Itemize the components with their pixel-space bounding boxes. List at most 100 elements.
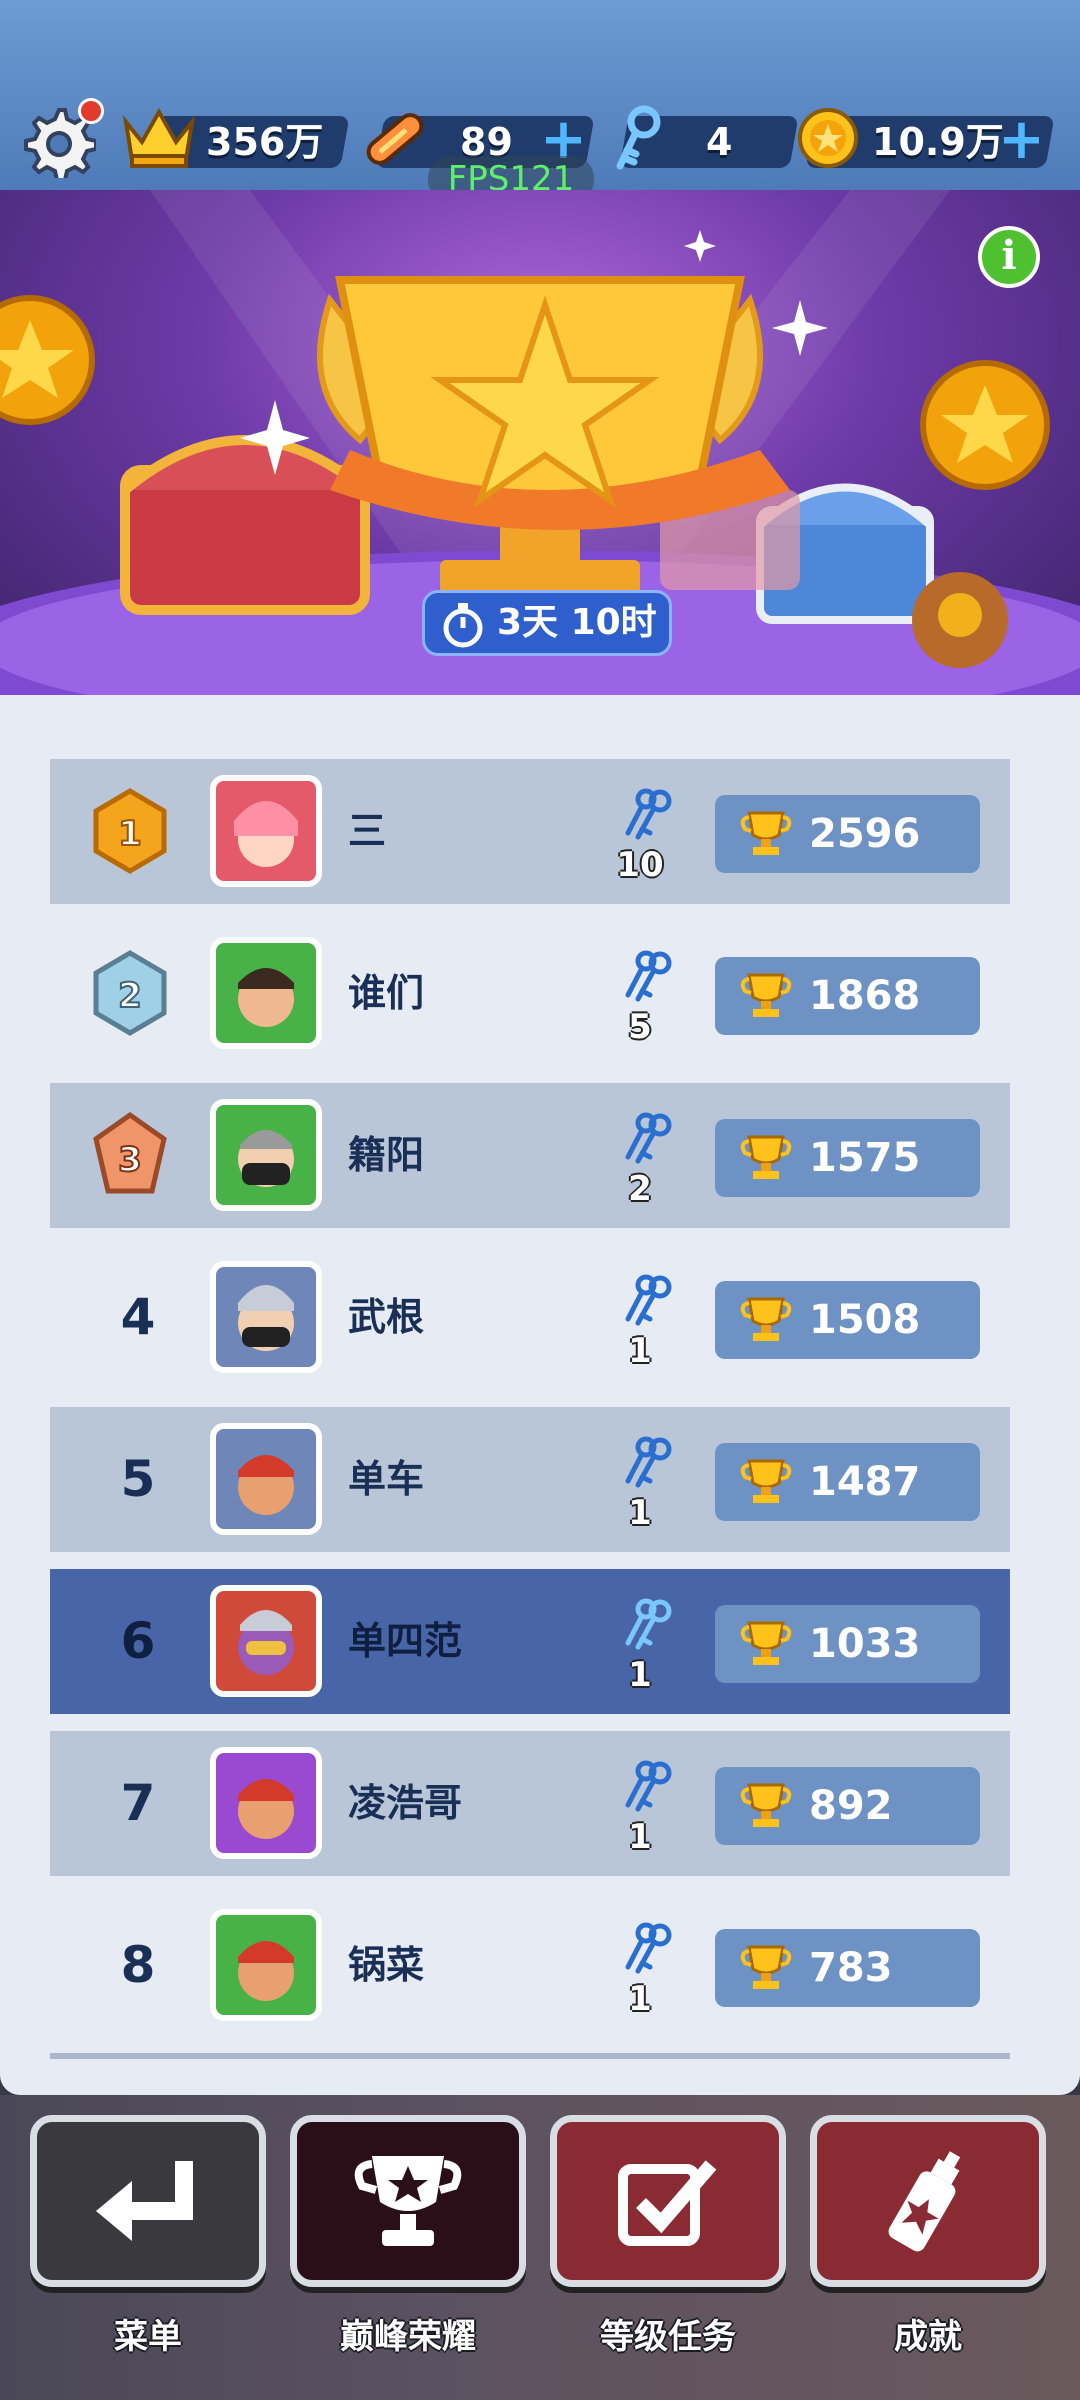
- checkbox-icon: [618, 2160, 717, 2246]
- achievements-button[interactable]: [810, 2115, 1046, 2287]
- crown-value: 356万: [206, 120, 324, 164]
- keys-count: 10: [616, 845, 664, 885]
- svg-text:1: 1: [118, 814, 142, 854]
- rank-number: 4: [120, 1288, 156, 1346]
- score-value: 1868: [809, 973, 921, 1019]
- svg-text:2: 2: [118, 976, 142, 1016]
- score-pill: 892: [715, 1767, 980, 1845]
- keys-icon: [625, 1760, 672, 1812]
- return-arrow-icon: [96, 2161, 193, 2241]
- achievements-label: 成就: [894, 2317, 962, 2357]
- keys-count: 1: [628, 1979, 652, 2019]
- timer-text: 3天 10时: [497, 602, 657, 643]
- player-avatar: [210, 775, 322, 887]
- score-value: 2596: [809, 811, 921, 857]
- player-avatar: [210, 1747, 322, 1859]
- keys-icon: [625, 1112, 672, 1164]
- player-name: 谁们: [348, 971, 425, 1015]
- coin-value: 10.9万: [872, 120, 1004, 164]
- event-timer: 3天 10时: [422, 590, 672, 656]
- player-name: 三: [348, 809, 387, 853]
- score-value: 1033: [809, 1621, 921, 1667]
- event-banner: i 3天 10时: [0, 190, 1080, 695]
- info-button[interactable]: i: [978, 226, 1040, 288]
- svg-text:3: 3: [118, 1140, 142, 1180]
- player-name: 籍阳: [348, 1133, 425, 1177]
- keys-icon: [625, 950, 672, 1002]
- silver-rank-badge-icon: 2: [93, 950, 167, 1036]
- keys-icon: [625, 1274, 672, 1326]
- trophy-star-icon: [354, 2156, 462, 2246]
- score-value: 1575: [809, 1135, 921, 1181]
- menu-label: 菜单: [114, 2317, 182, 2357]
- top-resource-bar: 356万 89 + 4 10.9万 + FPS121: [0, 0, 1080, 202]
- trophy-icon: [740, 1783, 792, 1827]
- notification-dot: [78, 98, 104, 124]
- add-coin-button[interactable]: +: [998, 112, 1045, 168]
- leaderboard[interactable]: 1 三 10 2596 2 谁们 5 1868 3 籍阳 2 1575 4 武根…: [0, 695, 1080, 2095]
- rank-number: 6: [120, 1612, 156, 1670]
- peak-honor-button[interactable]: [290, 2115, 526, 2287]
- player-avatar: [210, 937, 322, 1049]
- rank-number: 8: [120, 1936, 156, 1994]
- bronze-rank-badge-icon: 3: [93, 1111, 167, 1194]
- leaderboard-row[interactable]: 7 凌浩哥 1 892: [50, 1731, 1010, 1876]
- score-pill: 1033: [715, 1605, 980, 1683]
- crown-icon: [122, 107, 196, 168]
- level-tasks-button[interactable]: [550, 2115, 786, 2287]
- keys-count: 1: [628, 1493, 652, 1533]
- player-name: 锅菜: [348, 1943, 425, 1987]
- player-avatar: [210, 1909, 322, 2021]
- score-pill: 1487: [715, 1443, 980, 1521]
- list-divider: [50, 2053, 1010, 2059]
- trophy-icon: [740, 1945, 792, 1989]
- key-icon: [616, 105, 661, 170]
- trophy-icon: [740, 1297, 792, 1341]
- player-avatar: [210, 1585, 322, 1697]
- score-pill: 1508: [715, 1281, 980, 1359]
- leaderboard-row[interactable]: 5 单车 1 1487: [50, 1407, 1010, 1552]
- hoverboard-icon: [366, 113, 424, 165]
- coin-icon: [798, 108, 858, 168]
- trophy-icon: [740, 1135, 792, 1179]
- keys-icon: [625, 1436, 672, 1488]
- score-pill: 783: [715, 1929, 980, 2007]
- player-avatar: [210, 1423, 322, 1535]
- keys-icon: [625, 1922, 672, 1974]
- score-pill: 2596: [715, 795, 980, 873]
- trophy-icon: [740, 973, 792, 1017]
- rank-number: 5: [120, 1450, 156, 1508]
- trophy-icon: [740, 1459, 792, 1503]
- keys-count: 1: [628, 1655, 652, 1695]
- trophy-icon: [740, 1621, 792, 1665]
- score-value: 783: [809, 1945, 893, 1991]
- player-name: 单四范: [348, 1619, 463, 1663]
- leaderboard-row[interactable]: 8 锅菜 1 783: [50, 1893, 1010, 2038]
- player-avatar: [210, 1261, 322, 1373]
- score-pill: 1868: [715, 957, 980, 1035]
- menu-button[interactable]: [30, 2115, 266, 2287]
- trophy-icon: [740, 811, 792, 855]
- level-tasks-label: 等级任务: [600, 2317, 736, 2357]
- score-value: 1508: [809, 1297, 921, 1343]
- keys-count: 5: [628, 1007, 652, 1047]
- leaderboard-row[interactable]: 3 籍阳 2 1575: [50, 1083, 1010, 1228]
- leaderboard-row[interactable]: 1 三 10 2596: [50, 759, 1010, 904]
- keys-count: 2: [628, 1169, 652, 1209]
- keys-icon: [625, 788, 672, 840]
- player-name: 单车: [348, 1457, 425, 1501]
- rank-number: 7: [120, 1774, 156, 1832]
- key-value: 4: [706, 120, 733, 164]
- stopwatch-icon: [443, 603, 483, 648]
- keys-icon: [625, 1598, 672, 1650]
- leaderboard-row[interactable]: 4 武根 1 1508: [50, 1245, 1010, 1390]
- leaderboard-row[interactable]: 2 谁们 5 1868: [50, 921, 1010, 1066]
- player-avatar: [210, 1099, 322, 1211]
- score-value: 1487: [809, 1459, 921, 1505]
- player-name: 武根: [348, 1295, 425, 1339]
- peak-honor-label: 巅峰荣耀: [340, 2317, 476, 2357]
- keys-count: 1: [628, 1817, 652, 1857]
- player-name: 凌浩哥: [348, 1781, 463, 1825]
- leaderboard-row-current-player[interactable]: 6 单四范 1 1033: [50, 1569, 1010, 1714]
- score-value: 892: [809, 1783, 893, 1829]
